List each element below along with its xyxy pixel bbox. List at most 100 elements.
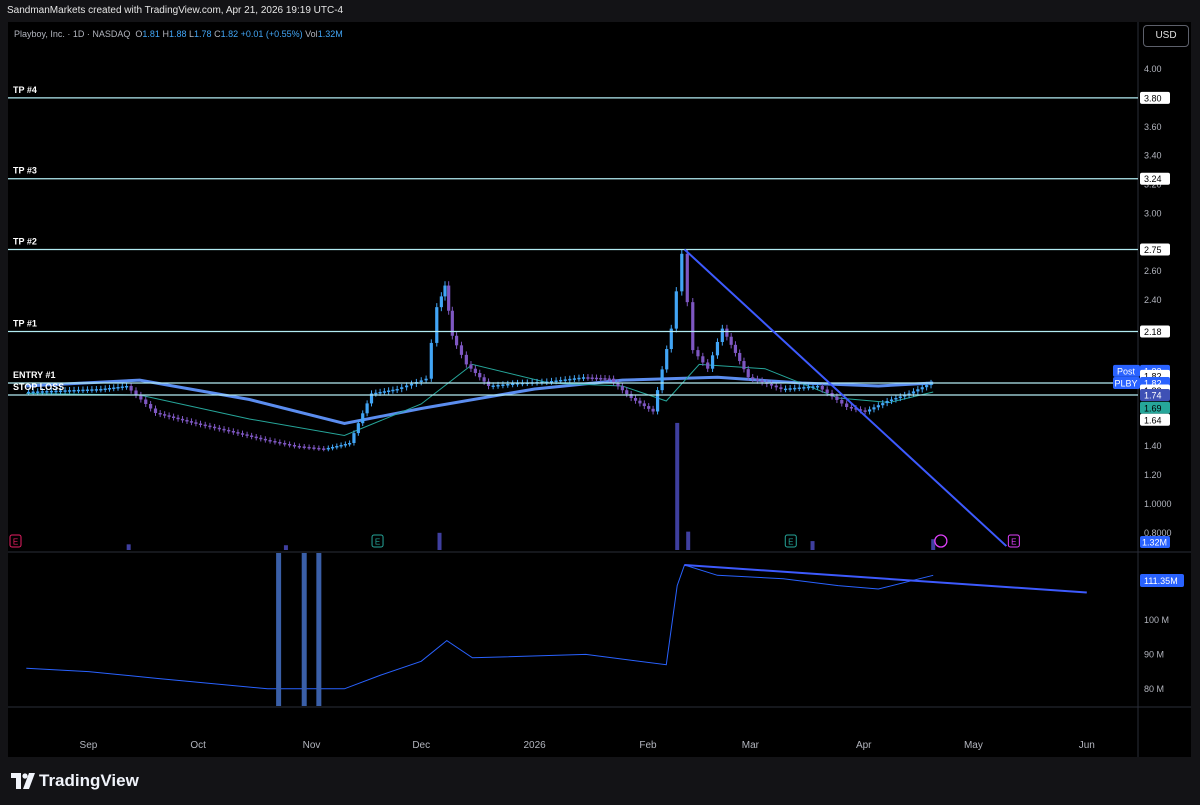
candle-body [486, 381, 491, 386]
candle-body [273, 441, 277, 443]
candle-body [231, 431, 235, 433]
candle-body [916, 389, 920, 392]
candle-body [409, 383, 414, 386]
candle-body [302, 446, 306, 448]
candle-body [189, 421, 194, 423]
obv-tag: 111.35M [1144, 576, 1178, 586]
x-tick-label: Dec [412, 740, 430, 751]
candle-body [283, 443, 287, 445]
target-level-label: TP #1 [13, 318, 37, 328]
candle-body [482, 377, 486, 382]
candle-body [710, 355, 715, 369]
tradingview-logo[interactable]: TradingView [11, 771, 139, 791]
candle-body [139, 395, 143, 400]
volume-tag: 1.32M [1142, 538, 1167, 548]
candle-body [577, 377, 581, 380]
candle-body [563, 379, 567, 381]
candle-body [889, 399, 894, 401]
candle-body [153, 408, 158, 413]
x-tick-label: Mar [742, 740, 760, 751]
candle-body [307, 446, 311, 449]
candle-body [769, 383, 774, 386]
candle-body [443, 285, 447, 297]
candle-body [107, 388, 112, 390]
candle-body [378, 392, 382, 394]
change-value: +0.01 (+0.55%) [240, 29, 303, 39]
candle-body [733, 344, 738, 353]
candle-body [203, 424, 207, 427]
candle-body [26, 391, 31, 394]
candle-body [429, 342, 433, 379]
candle-body [365, 403, 369, 414]
candle-body [236, 432, 240, 434]
target-level-label: ENTRY #1 [13, 370, 56, 380]
candle-body [638, 400, 642, 404]
candle-body [559, 379, 563, 382]
candle-body [278, 442, 282, 444]
candle-body [491, 385, 495, 387]
symbol-legend: Playboy, Inc. · 1D · NASDAQ O1.81 H1.88 … [14, 29, 343, 39]
candle-body [802, 387, 806, 389]
candle-body [454, 335, 459, 346]
candle-body [292, 445, 297, 447]
candle-body [180, 418, 185, 421]
candle-body [335, 446, 339, 448]
candle-body [391, 389, 395, 392]
candle-body [67, 390, 72, 392]
candle-body [691, 302, 695, 351]
candle-body [815, 386, 820, 388]
candle-body [607, 378, 611, 380]
candle-body [647, 406, 651, 409]
y-tick-label: 3.00 [1144, 208, 1162, 218]
y-tick-label: 1.20 [1144, 470, 1162, 480]
candle-body [459, 345, 464, 355]
candle-body [715, 341, 720, 356]
chart-frame[interactable]: 4.003.603.403.203.002.602.401.401.201.00… [8, 22, 1191, 757]
candle-body [424, 378, 428, 381]
candle-body [840, 400, 844, 404]
candle-body [99, 389, 103, 391]
obv-tick-label: 80 M [1144, 684, 1164, 694]
candle-body [382, 391, 386, 393]
candle-body [894, 398, 898, 400]
y-tick-label: 2.40 [1144, 295, 1162, 305]
candle-body [774, 385, 778, 388]
volume-bar [126, 544, 131, 550]
candle-body [779, 387, 783, 389]
volume-bar [675, 422, 680, 550]
candle-body [755, 378, 760, 381]
candle-body [217, 427, 221, 430]
price-chart[interactable]: 4.003.603.403.203.002.602.401.401.201.00… [8, 22, 1191, 757]
symbol-name: Playboy, Inc. · 1D · NASDAQ [14, 29, 131, 39]
candle-body [103, 388, 107, 390]
candle-body [696, 350, 700, 357]
candle-body [198, 423, 203, 425]
candle-body [259, 437, 263, 440]
tradingview-icon [11, 773, 35, 789]
target-level-label: TP #4 [13, 85, 37, 95]
candle-body [738, 352, 742, 362]
earnings-icon-label: E [13, 538, 18, 547]
obv-tick-label: 90 M [1144, 649, 1164, 659]
y-tick-label: 4.00 [1144, 64, 1162, 74]
candle-body [254, 436, 258, 439]
price-tag: 2.75 [1144, 245, 1162, 255]
candle-body [590, 377, 594, 380]
currency-button[interactable]: USD [1143, 25, 1189, 47]
candle-body [797, 387, 801, 389]
candle-body [725, 328, 729, 337]
candle-body [90, 389, 94, 391]
candle-body [825, 389, 829, 393]
volume-bar [810, 541, 815, 550]
candle-body [124, 386, 129, 388]
obv-trendline [684, 563, 1087, 594]
volume-value: 1.32M [317, 29, 343, 39]
candle-body [435, 307, 439, 343]
y-tick-label: 3.40 [1144, 151, 1162, 161]
candle-body [478, 372, 482, 378]
volume-bar [283, 545, 288, 550]
lightning-icon [934, 534, 948, 548]
candle-body [685, 253, 689, 303]
trendline [683, 248, 1008, 547]
candle-body [330, 446, 335, 449]
